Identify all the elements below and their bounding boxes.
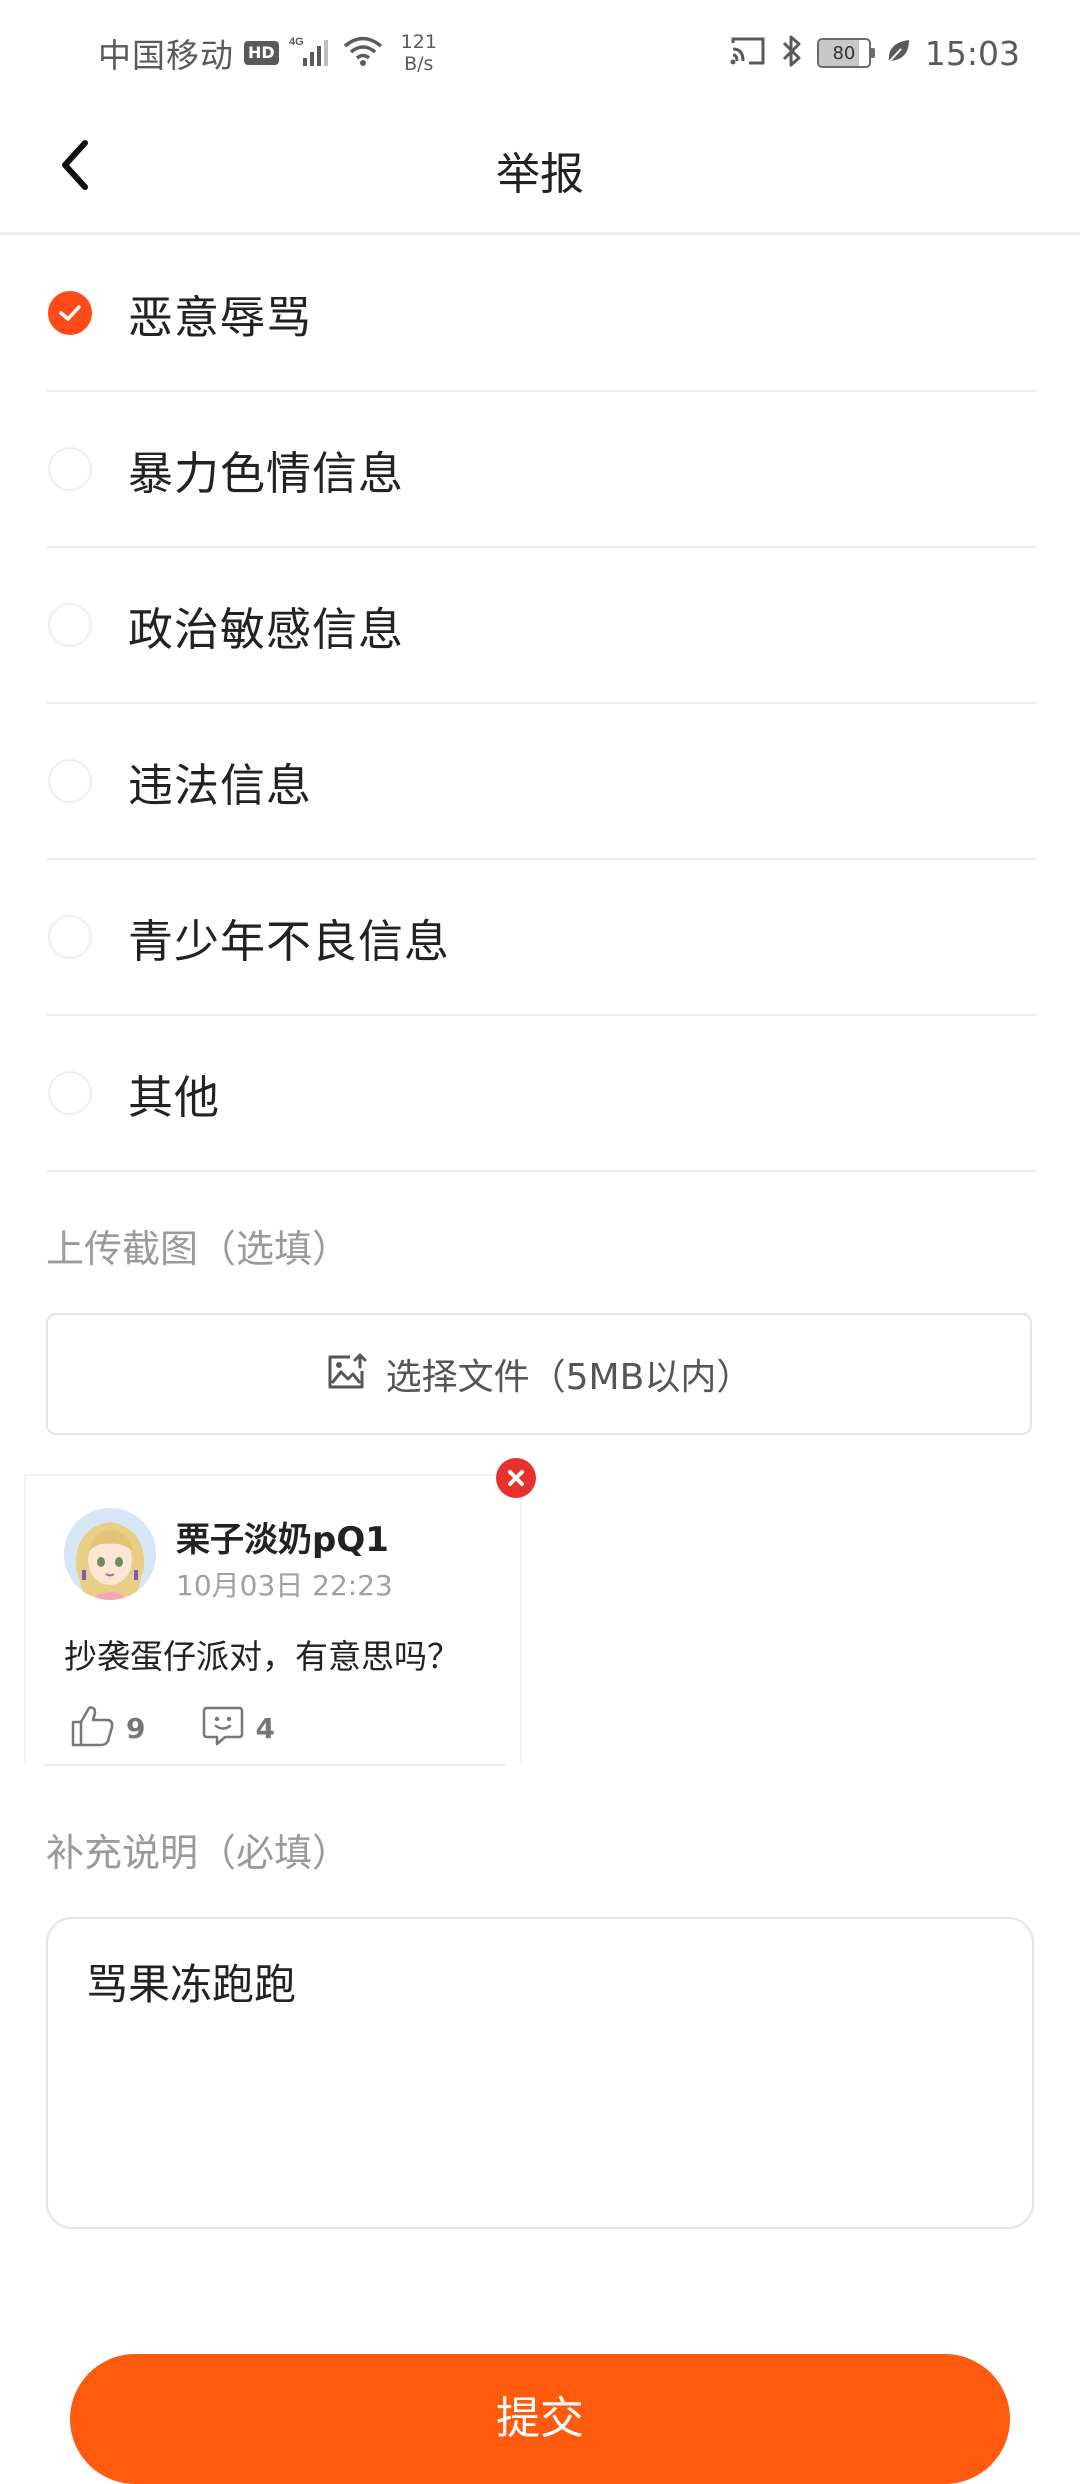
hd-badge: HD — [244, 41, 279, 65]
attached-comment-card: 栗子淡奶pQ1 10月03日 22:23 抄袭蛋仔派对，有意思吗？ 9 4 — [24, 1474, 522, 1764]
radio-checked-icon[interactable] — [48, 291, 92, 335]
speed-unit: B/s — [404, 53, 434, 75]
svg-text:4G: 4G — [289, 36, 304, 48]
reply-action: 4 — [201, 1704, 275, 1752]
reason-option[interactable]: 其他 — [46, 1016, 1036, 1172]
signal-icon: 4G — [289, 34, 333, 72]
status-bar-right: 80 15:03 — [729, 28, 1020, 78]
submit-label: 提交 — [496, 2393, 584, 2444]
network-speed: 121 B/s — [401, 31, 437, 75]
reason-label: 暴力色情信息 — [128, 446, 405, 500]
choose-file-label: 选择文件（5MB以内） — [385, 1357, 753, 1398]
description-section-label: 补充说明（必填） — [46, 1831, 351, 1875]
speed-value: 121 — [400, 31, 437, 53]
reason-option[interactable]: 政治敏感信息 — [46, 548, 1036, 704]
close-icon — [508, 1470, 524, 1486]
radio-unchecked-icon[interactable] — [48, 759, 92, 803]
reason-label: 政治敏感信息 — [128, 602, 405, 656]
card-divider — [44, 1764, 506, 1766]
leaf-icon — [885, 37, 911, 69]
choose-file-button[interactable]: 选择文件（5MB以内） — [46, 1313, 1032, 1435]
title-bar: 举报 — [0, 100, 1080, 235]
comment-actions: 9 4 — [70, 1704, 331, 1752]
carrier-name: 中国移动 — [98, 36, 234, 75]
battery-icon: 80 — [816, 38, 875, 68]
reason-option[interactable]: 恶意辱骂 — [46, 236, 1036, 392]
radio-unchecked-icon[interactable] — [48, 1071, 92, 1115]
reason-option[interactable]: 暴力色情信息 — [46, 392, 1036, 548]
comment-time: 10月03日 22:23 — [176, 1569, 393, 1602]
like-count: 9 — [126, 1711, 146, 1745]
submit-button[interactable]: 提交 — [70, 2354, 1010, 2484]
comment-text: 抄袭蛋仔派对，有意思吗？ — [64, 1637, 460, 1676]
image-upload-icon — [326, 1353, 368, 1395]
wifi-icon — [343, 35, 383, 71]
radio-unchecked-icon[interactable] — [48, 447, 92, 491]
thumbs-up-icon — [70, 1704, 116, 1752]
like-action: 9 — [70, 1704, 145, 1752]
bluetooth-icon — [781, 34, 803, 72]
status-bar: 中国移动 HD 4G 121 B/s 80 15:03 — [0, 0, 1080, 100]
comment-author: 栗子淡奶pQ1 — [176, 1520, 389, 1560]
comment-bubble-icon — [201, 1704, 245, 1752]
description-value: 骂果冻跑跑 — [86, 1960, 297, 2009]
clock: 15:03 — [924, 33, 1020, 73]
reason-list: 恶意辱骂 暴力色情信息 政治敏感信息 违法信息 青少年不良信息 其他 — [46, 236, 1036, 1172]
reply-count: 4 — [255, 1711, 275, 1745]
reason-label: 违法信息 — [128, 758, 313, 812]
remove-attachment-button[interactable] — [496, 1458, 536, 1498]
radio-unchecked-icon[interactable] — [48, 915, 92, 959]
status-bar-left: 中国移动 HD 4G 121 B/s — [98, 28, 437, 78]
reason-label: 青少年不良信息 — [128, 914, 451, 968]
reason-label: 其他 — [128, 1070, 221, 1124]
page-title: 举报 — [496, 149, 584, 200]
description-textarea[interactable]: 骂果冻跑跑 — [46, 1917, 1034, 2229]
radio-unchecked-icon[interactable] — [48, 603, 92, 647]
reason-option[interactable]: 违法信息 — [46, 704, 1036, 860]
reason-label: 恶意辱骂 — [128, 290, 313, 344]
upload-section-label: 上传截图（选填） — [46, 1227, 351, 1271]
cast-icon — [729, 35, 767, 71]
avatar — [64, 1508, 156, 1600]
reason-option[interactable]: 青少年不良信息 — [46, 860, 1036, 1016]
